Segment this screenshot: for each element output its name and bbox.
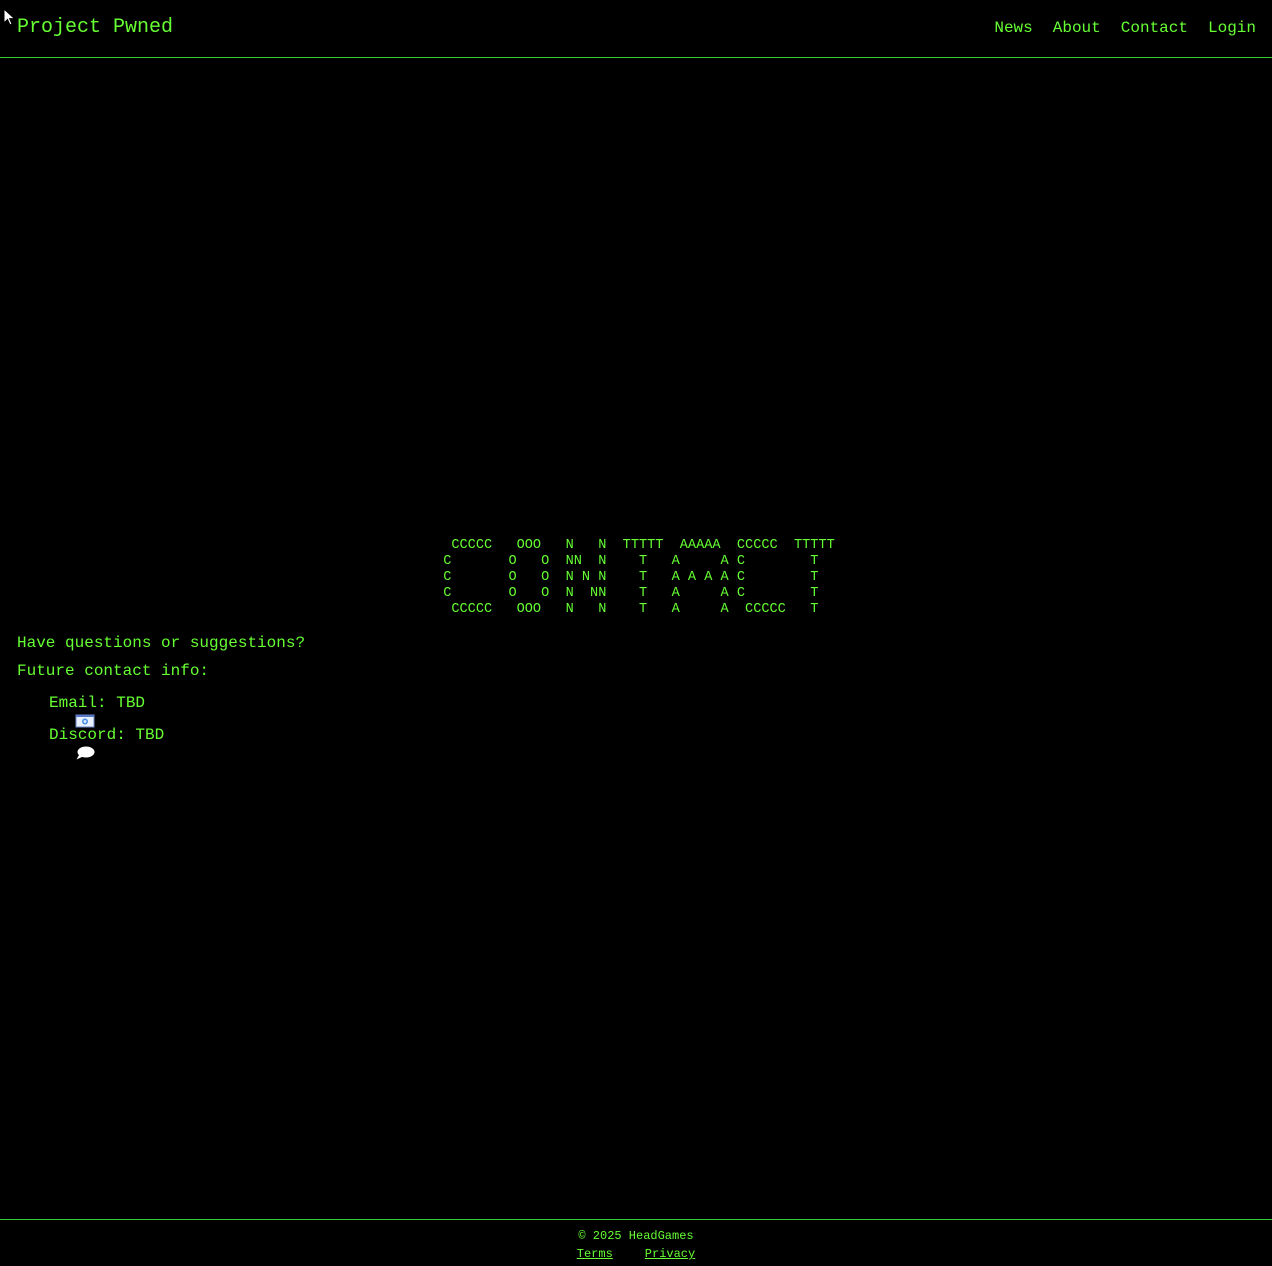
nav-news-link[interactable]: News [994,19,1032,37]
discord-value: Discord: TBD [49,726,165,744]
brand-logo-link[interactable]: Project Pwned [17,17,173,39]
nav-about-link[interactable]: About [1053,19,1101,37]
site-header: Project Pwned News About Contact Login [0,0,1272,58]
email-contact-item: Email: TBD [17,694,417,728]
mouse-cursor-icon [3,8,16,26]
nav-login-link[interactable]: Login [1208,19,1256,37]
nav-contact-link[interactable]: Contact [1121,19,1188,37]
envelope-icon [17,695,95,728]
main-nav: News About Contact Login [994,19,1256,37]
future-contact-heading: Future contact info: [17,662,210,680]
terms-link[interactable]: Terms [577,1247,613,1261]
speech-bubble-icon [17,727,95,760]
footer-links: Terms Privacy [0,1247,1272,1261]
ascii-art-text: CCCCC OOO N N TTTTT AAAAA CCCCC TTTTT C … [443,538,835,617]
privacy-link[interactable]: Privacy [645,1247,695,1261]
email-value: Email: TBD [49,694,146,712]
contact-question-text: Have questions or suggestions? [17,634,306,652]
copyright-text: © 2025 HeadGames [578,1229,694,1243]
site-footer: © 2025 HeadGames Terms Privacy [0,1219,1272,1266]
contact-ascii-banner: CCCCC OOO N N TTTTT AAAAA CCCCC TTTTT C … [0,538,1272,618]
discord-contact-item: Discord: TBD [17,726,417,760]
